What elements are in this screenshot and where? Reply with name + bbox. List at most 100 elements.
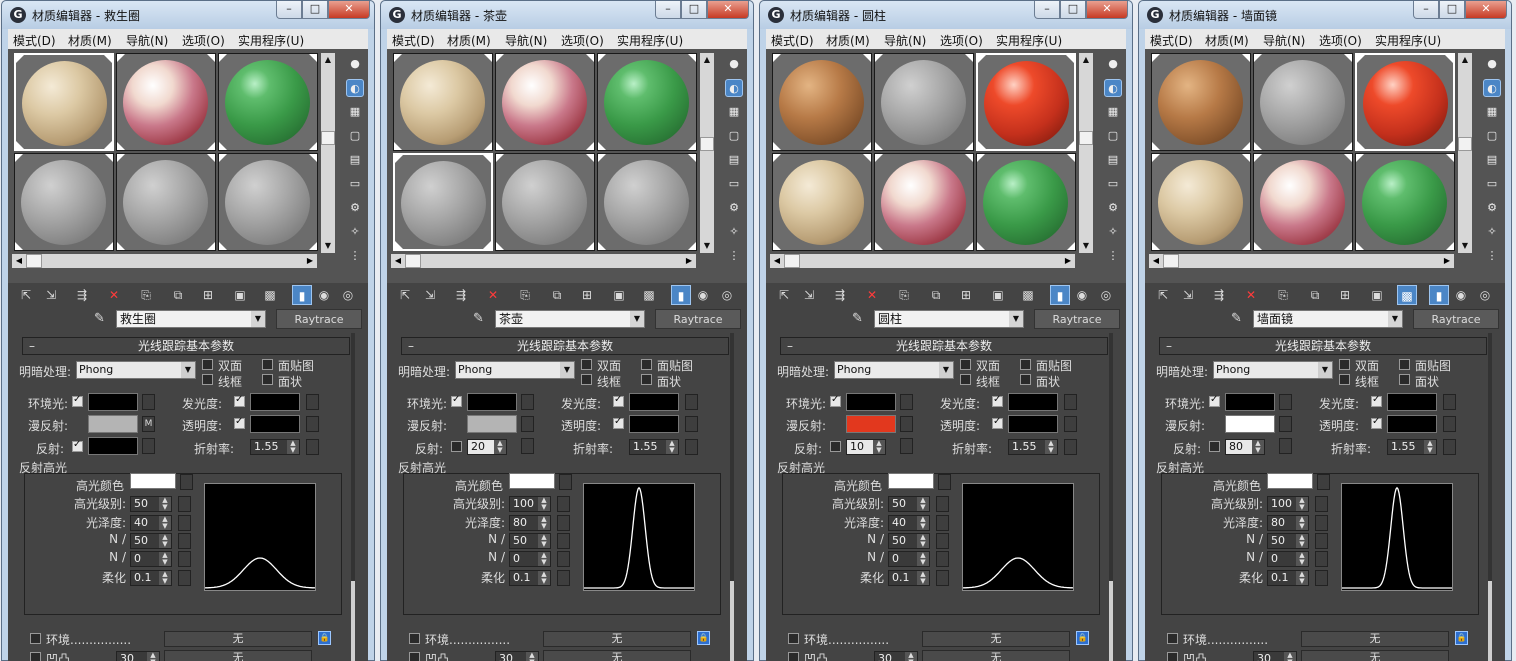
- n2-spinner-map-button[interactable]: [178, 551, 191, 567]
- go-forward-icon[interactable]: ◎: [1096, 285, 1116, 305]
- background-icon[interactable]: ▦: [1483, 103, 1501, 121]
- face-map-checkbox[interactable]: [1020, 359, 1031, 370]
- ambient-checkbox[interactable]: [72, 394, 83, 407]
- chevron-down-icon[interactable]: ▼: [560, 362, 574, 378]
- environment-map-button[interactable]: 无: [922, 631, 1070, 647]
- wire-checkbox[interactable]: [960, 374, 971, 385]
- backlight-icon[interactable]: ◐: [725, 79, 743, 97]
- environment-checkbox[interactable]: [788, 633, 799, 644]
- material-navigator-icon[interactable]: ⋮: [346, 247, 364, 265]
- material-type-button[interactable]: Raytrace: [276, 309, 362, 329]
- select-by-material-icon[interactable]: ✧: [725, 223, 743, 241]
- scroll-thumb[interactable]: [1079, 131, 1093, 145]
- get-material-icon[interactable]: ⇱: [395, 285, 415, 305]
- shading-select[interactable]: Phong ▼: [834, 361, 954, 379]
- luminosity-map-button[interactable]: [1064, 394, 1077, 410]
- glossiness-spinner-map-button[interactable]: [557, 515, 570, 531]
- reflect-amount-spinner[interactable]: 20 ▲ ▼: [467, 439, 507, 455]
- minimize-button[interactable]: –: [1413, 1, 1439, 19]
- diffuse-color-swatch[interactable]: [88, 415, 138, 433]
- scroll-left-arrow[interactable]: ◀: [770, 254, 784, 268]
- show-map-icon[interactable]: ▩: [1018, 285, 1038, 305]
- show-end-result-icon[interactable]: ▮: [1429, 285, 1449, 305]
- menu-item[interactable]: 实用程序(U): [996, 32, 1062, 49]
- reflect-map-button[interactable]: [900, 438, 913, 454]
- n1-spinner[interactable]: 50 ▲ ▼: [509, 533, 551, 549]
- n1-spinner[interactable]: 50 ▲ ▼: [1267, 533, 1309, 549]
- scroll-down-arrow[interactable]: ▼: [321, 239, 335, 253]
- menu-item[interactable]: 模式(D): [1150, 32, 1193, 49]
- ambient-color-swatch[interactable]: [88, 393, 138, 411]
- spec-color-map-button[interactable]: [180, 474, 193, 490]
- uv-tiling-icon[interactable]: ▢: [725, 127, 743, 145]
- transparency-checkbox[interactable]: [1371, 416, 1382, 429]
- scroll-thumb[interactable]: [700, 137, 714, 151]
- menu-item[interactable]: 材质(M): [826, 32, 870, 49]
- soften-spinner-map-button[interactable]: [557, 570, 570, 586]
- ambient-map-button[interactable]: [521, 394, 534, 410]
- face-map-checkbox[interactable]: [1399, 359, 1410, 370]
- scroll-up-arrow[interactable]: ▲: [321, 53, 335, 67]
- lock-icon[interactable]: 🔒: [318, 631, 331, 645]
- spec-level-spinner[interactable]: 100 ▲ ▼: [1267, 496, 1309, 512]
- soften-spinner-map-button[interactable]: [936, 570, 949, 586]
- scroll-thumb[interactable]: [26, 254, 42, 268]
- menu-item[interactable]: 选项(O): [561, 32, 604, 49]
- sample-slot[interactable]: [14, 53, 114, 151]
- spinner-arrows-icon[interactable]: ▲▼: [538, 497, 550, 511]
- ior-map-button[interactable]: [306, 439, 319, 455]
- material-id-icon[interactable]: ▣: [609, 285, 629, 305]
- uv-tiling-icon[interactable]: ▢: [346, 127, 364, 145]
- spinner-arrows-icon[interactable]: ▲▼: [159, 571, 171, 585]
- menu-item[interactable]: 模式(D): [771, 32, 814, 49]
- shading-select[interactable]: Phong ▼: [1213, 361, 1333, 379]
- video-color-icon[interactable]: ▤: [725, 151, 743, 169]
- material-name-field[interactable]: 墙面镜 ▼: [1253, 310, 1403, 328]
- diffuse-color-swatch[interactable]: [1225, 415, 1275, 433]
- sample-slot[interactable]: [1151, 53, 1251, 151]
- go-forward-icon[interactable]: ◎: [717, 285, 737, 305]
- make-unique-icon[interactable]: ⧉: [547, 285, 567, 305]
- scroll-down-arrow[interactable]: ▼: [1458, 239, 1472, 253]
- menu-item[interactable]: 模式(D): [13, 32, 56, 49]
- put-to-scene-icon[interactable]: ⇲: [41, 285, 61, 305]
- spec-level-spinner-map-button[interactable]: [936, 496, 949, 512]
- material-id-icon[interactable]: ▣: [230, 285, 250, 305]
- material-name-field[interactable]: 救生圈 ▼: [116, 310, 266, 328]
- bump-checkbox[interactable]: [788, 652, 799, 661]
- spinner-arrows-icon[interactable]: ▲▼: [538, 534, 550, 548]
- video-color-icon[interactable]: ▤: [346, 151, 364, 169]
- transparency-color-swatch[interactable]: [1387, 415, 1437, 433]
- uv-tiling-icon[interactable]: ▢: [1483, 127, 1501, 145]
- spec-color-map-button[interactable]: [1317, 474, 1330, 490]
- soften-spinner[interactable]: 0.1 ▲ ▼: [509, 570, 551, 586]
- chevron-down-icon[interactable]: ▼: [1318, 362, 1332, 378]
- select-by-material-icon[interactable]: ✧: [346, 223, 364, 241]
- environment-checkbox[interactable]: [30, 633, 41, 644]
- spinner-arrows-icon[interactable]: ▲▼: [147, 652, 159, 661]
- diffuse-map-button[interactable]: [1279, 416, 1292, 432]
- faceted-checkbox[interactable]: [1020, 374, 1031, 385]
- n2-spinner-map-button[interactable]: [936, 551, 949, 567]
- glossiness-spinner-map-button[interactable]: [178, 515, 191, 531]
- sample-slot[interactable]: [218, 153, 318, 251]
- wire-checkbox[interactable]: [1339, 374, 1350, 385]
- vertical-scrollbar[interactable]: ▲ ▼: [1079, 53, 1093, 253]
- transparency-color-swatch[interactable]: [1008, 415, 1058, 433]
- material-type-button[interactable]: Raytrace: [1034, 309, 1120, 329]
- backlight-icon[interactable]: ◐: [1104, 79, 1122, 97]
- ambient-map-button[interactable]: [900, 394, 913, 410]
- put-to-library-icon[interactable]: ⊞: [577, 285, 597, 305]
- transparency-checkbox[interactable]: [613, 416, 624, 429]
- sample-slot[interactable]: [976, 153, 1076, 251]
- spec-level-spinner[interactable]: 100 ▲ ▼: [509, 496, 551, 512]
- make-unique-icon[interactable]: ⧉: [926, 285, 946, 305]
- options-icon[interactable]: ⚙: [725, 199, 743, 217]
- maximize-button[interactable]: □: [681, 1, 707, 19]
- scroll-down-arrow[interactable]: ▼: [700, 239, 714, 253]
- scroll-thumb[interactable]: [1163, 254, 1179, 268]
- faceted-checkbox[interactable]: [1399, 374, 1410, 385]
- title-bar[interactable]: G 材质编辑器 - 墙面镜 – □ ✕: [1139, 1, 1511, 29]
- luminosity-checkbox[interactable]: [234, 394, 245, 407]
- scroll-thumb[interactable]: [730, 581, 734, 661]
